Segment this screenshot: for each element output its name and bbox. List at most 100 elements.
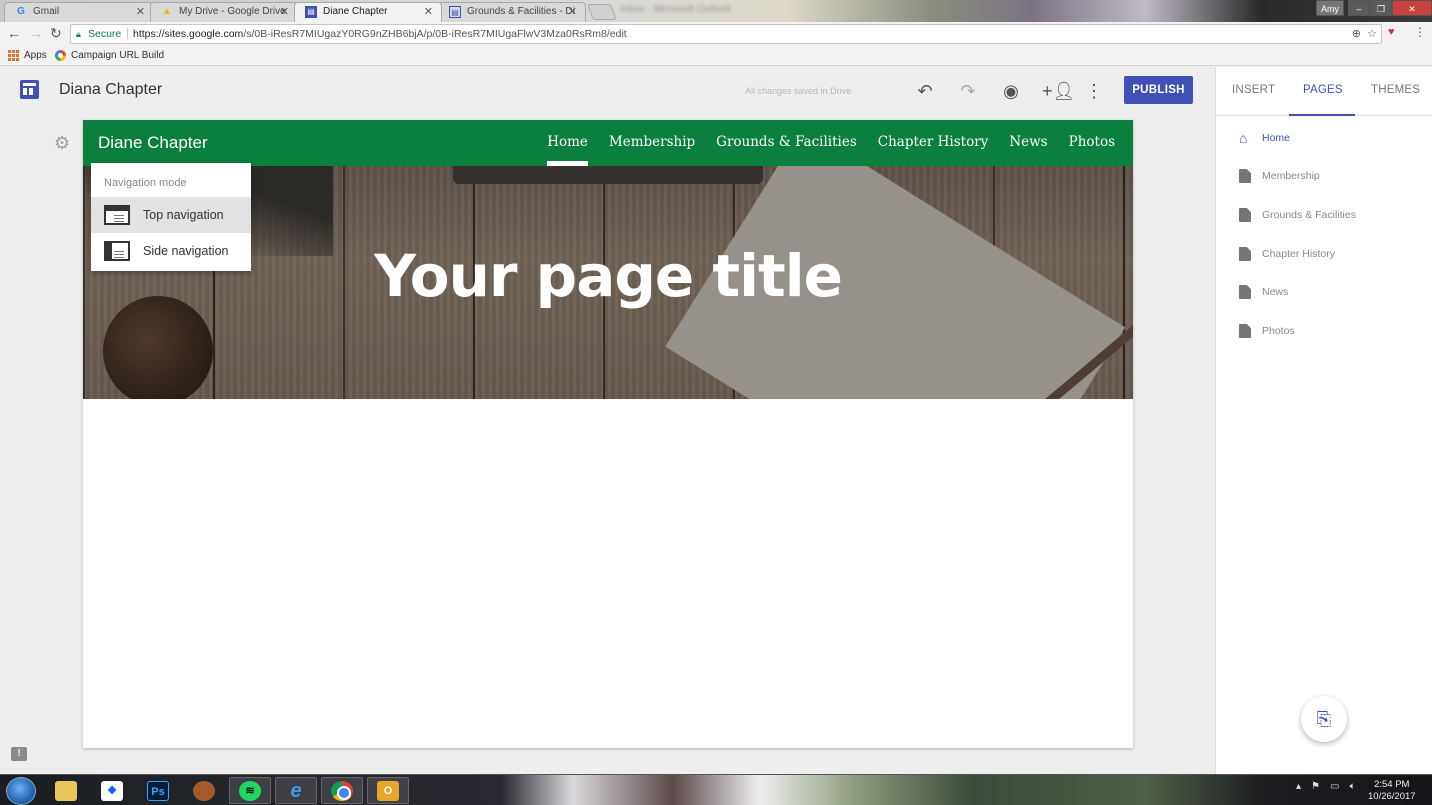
- page-icon: [1239, 285, 1251, 299]
- maximize-icon[interactable]: ❐: [1370, 0, 1392, 16]
- close-tab-icon[interactable]: ✕: [280, 3, 289, 21]
- omnibox-icons: ⊕ ☆: [1352, 25, 1377, 43]
- gmail-icon: G: [17, 6, 25, 17]
- add-person-icon[interactable]: +👤︎: [1042, 80, 1075, 102]
- page-label: Photos: [1262, 325, 1295, 337]
- tab-label: Gmail: [33, 6, 60, 17]
- save-status: All changes saved in Drive: [745, 86, 852, 96]
- tab-pages[interactable]: PAGES: [1303, 84, 1343, 96]
- page-item-grounds-facilities[interactable]: Grounds & Facilities: [1216, 200, 1432, 230]
- site-nav-membership[interactable]: Membership: [609, 120, 695, 166]
- outlook-icon: O: [377, 780, 399, 801]
- gear-icon[interactable]: ⚙: [54, 133, 70, 154]
- site-nav-chapter-history[interactable]: Chapter History: [878, 120, 989, 166]
- url-text[interactable]: https://sites.google.com/s/0B-iResR7MIUg…: [133, 25, 627, 43]
- page-label: Grounds & Facilities: [1262, 209, 1356, 221]
- network-icon[interactable]: ▭: [1330, 781, 1339, 792]
- browser-toolbar: ← → ↻ 🔒︎ Secure https://sites.google.com…: [0, 22, 1432, 46]
- forward-icon[interactable]: →: [29, 25, 43, 41]
- profile-button[interactable]: Amy: [1316, 0, 1344, 16]
- bookmark-star-icon[interactable]: ☆: [1367, 28, 1377, 40]
- clock-time: 2:54 PM: [1374, 779, 1410, 790]
- site-name[interactable]: Diane Chapter: [98, 133, 208, 153]
- clock-date: 10/26/2017: [1368, 791, 1416, 802]
- more-vert-icon[interactable]: ⋮: [1083, 80, 1105, 102]
- taskbar-spotify[interactable]: ≋: [229, 777, 271, 804]
- add-page-button[interactable]: ⎘: [1301, 696, 1347, 742]
- tab-themes[interactable]: THEMES: [1371, 84, 1420, 96]
- url-host: https://sites.google.com: [133, 28, 244, 40]
- tab-gmail[interactable]: G Gmail ✕: [4, 2, 154, 22]
- zoom-icon[interactable]: ⊕: [1352, 28, 1361, 40]
- taskbar-chrome[interactable]: [321, 777, 363, 804]
- site-nav-news[interactable]: News: [1009, 120, 1047, 166]
- navigation-mode-label: Navigation mode: [104, 177, 187, 189]
- taskbar-app[interactable]: [183, 777, 225, 804]
- close-tab-icon[interactable]: ✕: [424, 3, 433, 21]
- option-label: Top navigation: [143, 208, 224, 222]
- add-page-icon: ⎘: [1316, 709, 1332, 729]
- chrome-menu-icon[interactable]: ⋮: [1414, 25, 1426, 39]
- page-icon: [1239, 169, 1251, 183]
- site-navigation: Home Membership Grounds & Facilities Cha…: [547, 120, 1115, 166]
- publish-button[interactable]: PUBLISH: [1124, 76, 1193, 104]
- page-icon: [1239, 324, 1251, 338]
- taskbar-outlook[interactable]: O: [367, 777, 409, 804]
- page-item-home[interactable]: ⌂ Home: [1216, 123, 1432, 153]
- start-button[interactable]: [0, 776, 42, 805]
- feedback-icon[interactable]: !: [11, 747, 27, 761]
- system-clock[interactable]: 2:54 PM 10/26/2017: [1368, 779, 1416, 803]
- site-nav-home[interactable]: Home: [547, 120, 588, 166]
- page-item-photos[interactable]: Photos: [1216, 316, 1432, 346]
- windows-taskbar: ❖ Ps ≋ e O ▴ ⚑ ▭ 🔈︎ 2:54 PM 10/26/2017: [0, 774, 1432, 805]
- tab-insert[interactable]: INSERT: [1232, 84, 1275, 96]
- taskbar-dropbox[interactable]: ❖: [91, 777, 133, 804]
- volume-icon[interactable]: 🔈︎: [1349, 781, 1355, 792]
- tab-google-drive[interactable]: ▲ My Drive - Google Drive ✕: [150, 2, 298, 22]
- back-icon[interactable]: ←: [7, 25, 21, 41]
- undo-icon[interactable]: ↶: [914, 80, 936, 102]
- redo-icon[interactable]: ↷: [957, 80, 979, 102]
- extension-icon[interactable]: ♥: [1388, 26, 1395, 38]
- taskbar-photoshop[interactable]: Ps: [137, 777, 179, 804]
- preview-eye-icon[interactable]: ◉: [1000, 80, 1022, 102]
- lock-icon: 🔒︎: [76, 29, 81, 39]
- close-window-icon[interactable]: ✕: [1392, 0, 1432, 16]
- side-navigation-option[interactable]: Side navigation: [91, 233, 251, 269]
- taskbar-internet-explorer[interactable]: e: [275, 777, 317, 804]
- bookmark-campaign-url-builder[interactable]: Campaign URL Build: [55, 50, 164, 61]
- bookmarks-bar: Apps Campaign URL Build: [0, 46, 1432, 66]
- site-nav-photos[interactable]: Photos: [1069, 120, 1115, 166]
- top-navigation-option[interactable]: Top navigation: [91, 197, 251, 233]
- taskbar-file-explorer[interactable]: [45, 777, 87, 804]
- reload-icon[interactable]: ↻: [50, 25, 62, 42]
- bookmark-apps[interactable]: Apps: [8, 50, 47, 61]
- google-sites-logo-icon[interactable]: [20, 80, 39, 99]
- close-tab-icon[interactable]: ✕: [568, 3, 577, 21]
- show-hidden-icons[interactable]: ▴: [1296, 781, 1301, 792]
- document-title[interactable]: Diana Chapter: [59, 81, 162, 99]
- site-header[interactable]: Diane Chapter Home Membership Grounds & …: [83, 120, 1133, 166]
- page-item-membership[interactable]: Membership: [1216, 161, 1432, 191]
- photoshop-icon: Ps: [147, 780, 169, 801]
- tab-label: Diane Chapter: [323, 6, 388, 17]
- drive-icon: ▲: [162, 6, 172, 17]
- new-tab-button[interactable]: [587, 4, 617, 20]
- tab-label: Grounds & Facilities - Di: [467, 6, 575, 17]
- tab-diane-chapter[interactable]: ▤ Diane Chapter ✕: [294, 2, 442, 22]
- minimize-icon[interactable]: –: [1348, 0, 1370, 16]
- close-tab-icon[interactable]: ✕: [136, 3, 145, 21]
- browser-tab-strip: G Gmail ✕ ▲ My Drive - Google Drive ✕ ▤ …: [0, 0, 1432, 22]
- page-icon: [1239, 208, 1251, 222]
- tab-grounds-facilities[interactable]: ▤ Grounds & Facilities - Di ✕: [438, 2, 586, 22]
- page-item-news[interactable]: News: [1216, 277, 1432, 307]
- page-item-chapter-history[interactable]: Chapter History: [1216, 239, 1432, 269]
- site-nav-grounds-facilities[interactable]: Grounds & Facilities: [716, 120, 857, 166]
- action-center-flag-icon[interactable]: ⚑: [1311, 781, 1320, 792]
- page-label: News: [1262, 286, 1289, 298]
- url-path: /s/0B-iResR7MIUgazY0RG9nZHB6bjA/p/0B-iRe…: [243, 28, 627, 40]
- right-panel: INSERT PAGES THEMES ⌂ Home Membership Gr…: [1215, 67, 1432, 774]
- address-bar[interactable]: 🔒︎ Secure https://sites.google.com/s/0B-…: [70, 24, 1382, 44]
- page-label: Home: [1262, 132, 1291, 144]
- bookmark-label: Apps: [24, 50, 47, 61]
